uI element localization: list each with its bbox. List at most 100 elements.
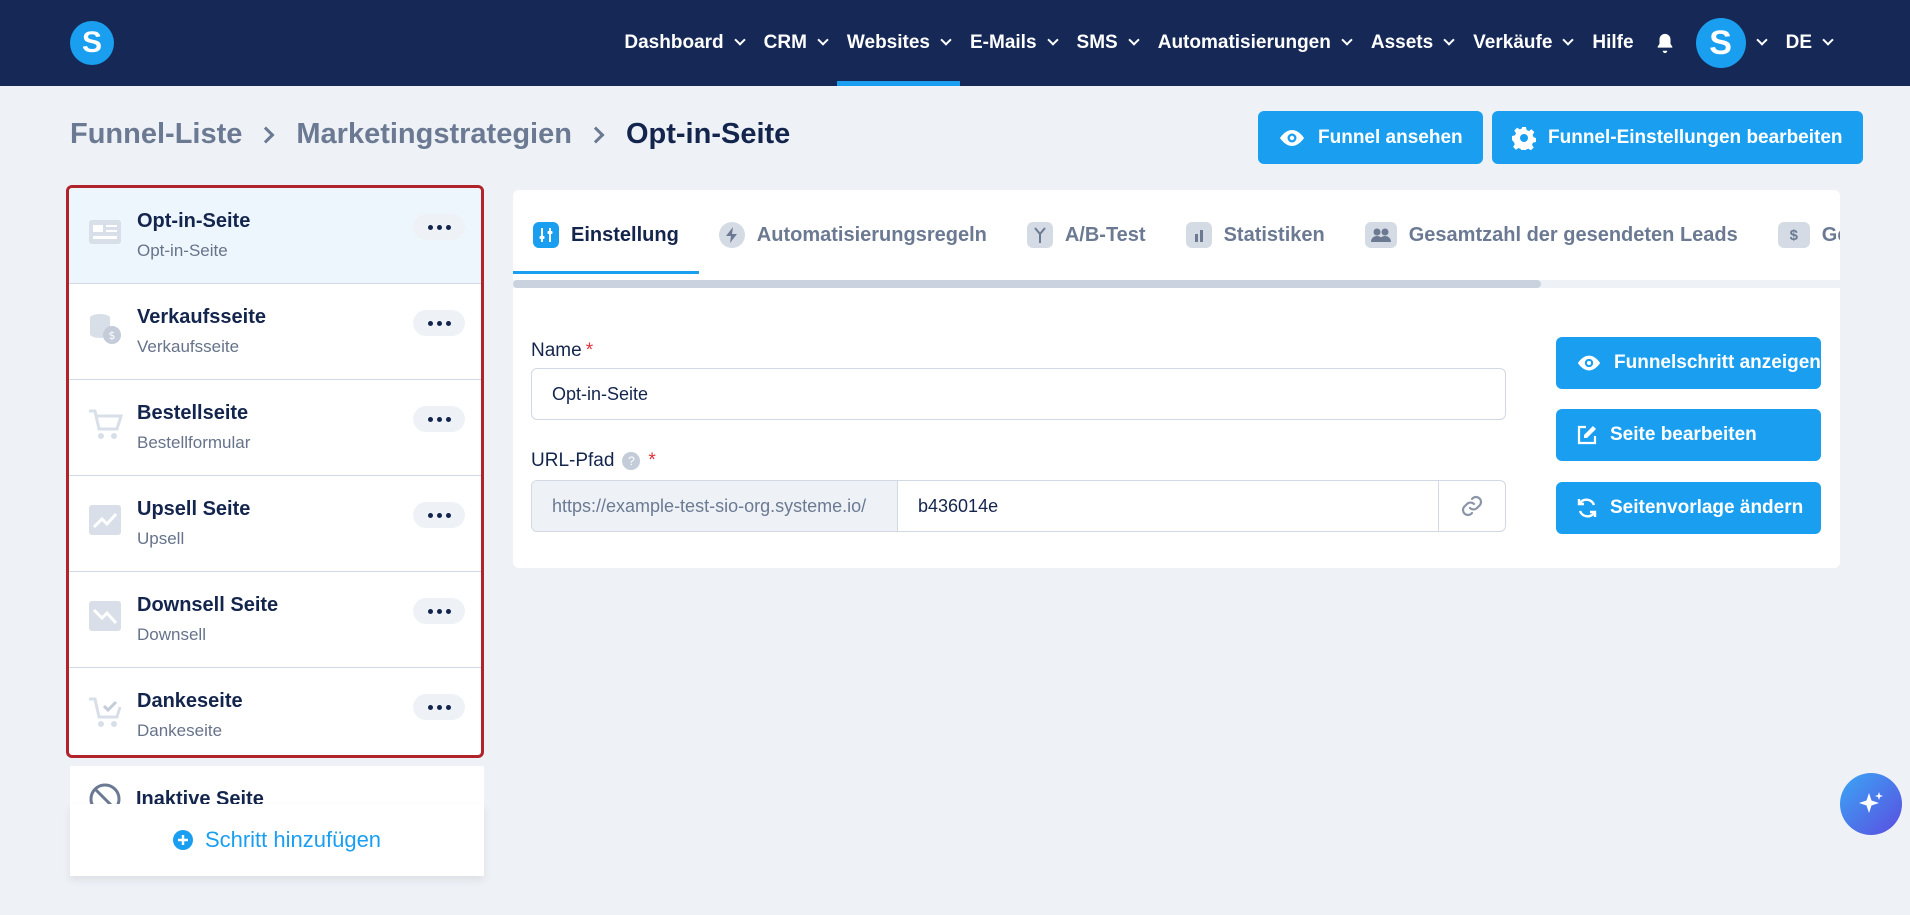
step-more-button[interactable] xyxy=(413,694,465,720)
step-item-thankyou[interactable]: Dankeseite Dankeseite xyxy=(69,668,481,755)
svg-text:$: $ xyxy=(109,329,116,342)
breadcrumb-funnel[interactable]: Marketingstrategien xyxy=(296,118,572,151)
breadcrumb-funnel-list[interactable]: Funnel-Liste xyxy=(70,118,242,151)
nav-assets[interactable]: Assets xyxy=(1361,0,1463,86)
nav-emails[interactable]: E-Mails xyxy=(960,0,1067,86)
tab-ab-test[interactable]: A/B-Test xyxy=(1007,190,1166,280)
ban-icon xyxy=(89,783,121,806)
step-subtitle: Upsell xyxy=(137,529,185,548)
name-input[interactable]: Opt-in-Seite xyxy=(531,368,1506,420)
step-item-order[interactable]: Bestellseite Bestellformular xyxy=(69,380,481,476)
step-title: Bestellseite xyxy=(137,402,249,424)
nav-crm[interactable]: CRM xyxy=(754,0,837,86)
tabs-scrollbar-thumb[interactable] xyxy=(513,280,1541,288)
refresh-icon xyxy=(1577,498,1597,518)
inactive-pages-section[interactable]: Inaktive Seite xyxy=(70,766,484,806)
url-path-field: https://example-test-sio-org.systeme.io/… xyxy=(531,480,1506,532)
step-subtitle: Verkaufsseite xyxy=(137,337,240,356)
bell-icon xyxy=(1657,33,1672,54)
step-more-button[interactable] xyxy=(413,502,465,528)
edit-funnel-settings-button[interactable]: Funnel-Einstellungen bearbeiten xyxy=(1492,111,1863,164)
url-prefix: https://example-test-sio-org.systeme.io/ xyxy=(532,481,898,531)
coins-icon: $ xyxy=(90,314,121,344)
sparkle-icon xyxy=(1859,792,1883,813)
language-selector[interactable]: DE xyxy=(1776,0,1842,86)
step-title: Opt-in-Seite xyxy=(137,210,251,232)
gear-icon xyxy=(1512,126,1536,150)
link-icon xyxy=(1461,495,1483,517)
eye-icon xyxy=(1577,355,1601,371)
step-subtitle: Downsell xyxy=(137,625,206,644)
step-subtitle: Bestellformular xyxy=(137,433,251,452)
chevron-down-icon xyxy=(940,34,952,46)
nav-automations[interactable]: Automatisierungen xyxy=(1148,0,1361,86)
trend-down-icon xyxy=(89,601,121,631)
nav-dashboard[interactable]: Dashboard xyxy=(614,0,753,86)
step-more-button[interactable] xyxy=(413,214,465,240)
step-subtitle: Opt-in-Seite xyxy=(137,241,228,260)
trend-up-icon xyxy=(89,505,121,535)
tab-statistics[interactable]: Statistiken xyxy=(1166,190,1345,280)
add-step-button[interactable]: Schritt hinzufügen xyxy=(70,804,484,876)
cart-check-icon xyxy=(89,697,122,727)
notifications-button[interactable] xyxy=(1644,0,1686,86)
tab-settings[interactable]: Einstellung xyxy=(513,190,699,280)
step-more-button[interactable] xyxy=(413,406,465,432)
settings-tabs: Einstellung Automatisierungsregeln A/B-T… xyxy=(513,190,1840,280)
chevron-down-icon xyxy=(1562,34,1575,46)
chevron-down-icon xyxy=(1128,34,1140,46)
chevron-down-icon xyxy=(1443,34,1455,46)
nav-sales[interactable]: Verkäufe xyxy=(1463,0,1582,86)
tabs-scrollbar[interactable] xyxy=(513,280,1840,288)
brand-logo[interactable]: S xyxy=(70,21,114,65)
optin-page-icon xyxy=(89,220,121,244)
cart-icon xyxy=(89,409,123,439)
copy-link-button[interactable] xyxy=(1439,481,1505,531)
step-title: Upsell Seite xyxy=(137,498,251,520)
step-more-button[interactable] xyxy=(413,598,465,624)
step-item-optin[interactable]: Opt-in-Seite Opt-in-Seite xyxy=(69,188,481,284)
plus-circle-icon xyxy=(172,830,193,850)
view-funnel-button[interactable]: Funnel ansehen xyxy=(1258,111,1483,164)
funnel-steps-list: Opt-in-Seite Opt-in-Seite $ Verkaufsseite… xyxy=(66,185,484,758)
chevron-down-icon xyxy=(1755,34,1768,46)
avatar: S xyxy=(1695,18,1746,68)
step-title: Downsell Seite xyxy=(137,594,279,616)
help-icon[interactable]: ? xyxy=(622,451,641,470)
edit-icon xyxy=(1577,425,1597,445)
step-title: Dankeseite xyxy=(137,690,243,712)
edit-page-button[interactable]: Seite bearbeiten xyxy=(1556,409,1821,461)
show-funnel-step-button[interactable]: Funnelschritt anzeigen xyxy=(1556,337,1821,389)
sliders-icon xyxy=(533,222,559,248)
nav-sms[interactable]: SMS xyxy=(1067,0,1148,86)
split-icon xyxy=(1026,222,1053,248)
user-menu[interactable]: S xyxy=(1686,0,1776,86)
step-title: Verkaufsseite xyxy=(137,306,266,328)
step-item-downsell[interactable]: Downsell Seite Downsell xyxy=(69,572,481,668)
change-template-button[interactable]: Seitenvorlage ändern xyxy=(1556,482,1821,534)
step-settings-panel: Einstellung Automatisierungsregeln A/B-T… xyxy=(513,190,1840,568)
main-nav: Dashboard CRM Websites E-Mails SMS Autom… xyxy=(614,0,1842,86)
chevron-down-icon xyxy=(1822,34,1834,46)
step-more-button[interactable] xyxy=(413,310,465,336)
chevron-right-icon xyxy=(257,126,275,143)
tab-total-revenue[interactable]: $ Gesa xyxy=(1758,190,1840,280)
step-item-upsell[interactable]: Upsell Seite Upsell xyxy=(69,476,481,572)
chevron-down-icon xyxy=(733,34,746,46)
page-title: Opt-in-Seite xyxy=(625,118,791,150)
url-slug-input[interactable]: b436014e xyxy=(898,481,1439,531)
dollar-icon: $ xyxy=(1777,222,1810,248)
tab-total-leads[interactable]: Gesamtzahl der gesendeten Leads xyxy=(1345,190,1758,280)
breadcrumb: Funnel-Liste Marketingstrategien Opt-in-… xyxy=(70,118,790,151)
chevron-down-icon xyxy=(817,34,829,46)
step-subtitle: Dankeseite xyxy=(137,721,223,740)
eye-icon xyxy=(1280,129,1304,146)
nav-websites[interactable]: Websites xyxy=(836,0,961,86)
ai-assistant-button[interactable] xyxy=(1840,773,1902,835)
bar-chart-icon xyxy=(1185,222,1212,248)
nav-help[interactable]: Hilfe xyxy=(1582,0,1643,86)
chevron-right-icon xyxy=(587,126,605,143)
chevron-down-icon xyxy=(1046,34,1059,46)
step-item-sales[interactable]: $ Verkaufsseite Verkaufsseite xyxy=(69,284,481,380)
tab-automation-rules[interactable]: Automatisierungsregeln xyxy=(699,190,1007,280)
